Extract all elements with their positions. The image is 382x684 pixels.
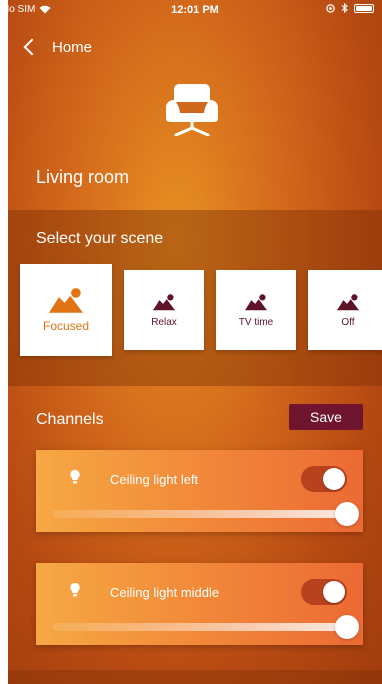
scene-card-off[interactable]: Off <box>308 270 382 350</box>
room-title: Living room <box>36 167 130 187</box>
channel-card: Ceiling light left <box>36 450 363 532</box>
lightbulb-icon <box>70 470 80 484</box>
bottom-shade <box>8 670 382 684</box>
save-button[interactable]: Save <box>289 404 363 430</box>
scene-label: Off <box>341 316 355 328</box>
channel-name: Ceiling light left <box>110 472 199 487</box>
channel-name: Ceiling light middle <box>110 585 220 600</box>
toggle-knob <box>323 581 345 603</box>
lightbulb-icon <box>70 583 80 597</box>
slider-thumb[interactable] <box>335 615 359 639</box>
scene-label: Relax <box>151 316 177 328</box>
orientation-lock-icon <box>326 3 335 13</box>
back-label: Home <box>52 38 93 56</box>
channel-card: Ceiling light middle <box>36 563 363 645</box>
status-bar: No SIM 12:01 PM <box>8 0 382 22</box>
back-button[interactable]: Home <box>22 36 92 58</box>
channels-title: Channels <box>36 411 104 428</box>
slider-thumb[interactable] <box>335 502 359 526</box>
channel-toggle[interactable] <box>301 466 347 492</box>
toggle-knob <box>323 468 345 490</box>
chevron-left-icon <box>23 38 41 56</box>
brightness-slider[interactable] <box>52 502 359 526</box>
armchair-icon <box>166 84 218 136</box>
scene-card-relax[interactable]: Relax <box>124 270 204 350</box>
battery-icon <box>354 3 374 13</box>
scene-list: Focused Relax TV time Off <box>20 264 382 356</box>
scene-card-focused[interactable]: Focused <box>20 264 112 356</box>
scene-image-icon <box>337 293 359 310</box>
app-screen: No SIM 12:01 PM Home Living room Select <box>8 0 382 684</box>
brightness-slider[interactable] <box>52 615 359 639</box>
scene-section: Select your scene Focused Relax TV time … <box>8 210 382 386</box>
bluetooth-icon <box>341 3 348 13</box>
scene-section-title: Select your scene <box>36 230 164 247</box>
scene-label: Focused <box>42 319 90 333</box>
status-indicators <box>326 3 374 13</box>
scene-image-icon <box>49 288 83 313</box>
scene-card-tv-time[interactable]: TV time <box>216 270 296 350</box>
scene-image-icon <box>245 293 267 310</box>
scene-image-icon <box>153 293 175 310</box>
channel-toggle[interactable] <box>301 579 347 605</box>
scene-label: TV time <box>238 316 274 328</box>
